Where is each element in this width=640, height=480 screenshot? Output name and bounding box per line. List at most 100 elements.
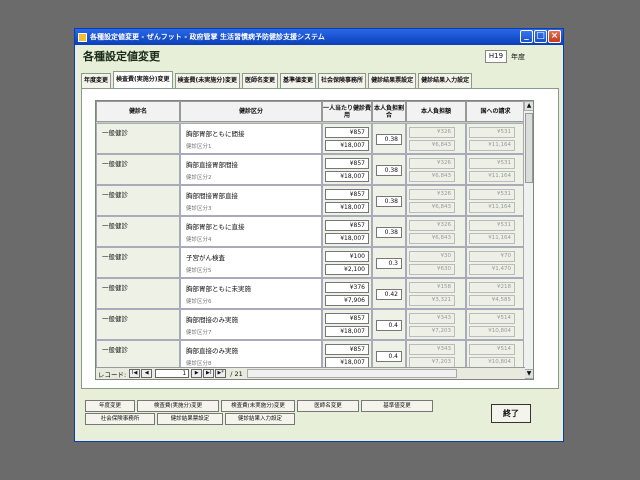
category-name[interactable]: 胸部間接胃部直接 — [186, 190, 238, 200]
tab-insurance-office[interactable]: 社会保険事務所 — [318, 73, 367, 88]
cost-per-person-field[interactable]: ¥100 — [325, 251, 369, 262]
table-row: 一般健診 胸部胃部ともに間接 健診区分1 ¥857 ¥18,007 0.38 ¥326 ¥6,… — [96, 123, 525, 154]
self-pay-total: ¥6,843 — [409, 140, 455, 151]
horizontal-scrollbar[interactable] — [246, 369, 457, 378]
cost-total-field[interactable]: ¥18,007 — [325, 202, 369, 213]
kind-name[interactable]: 一般健診 — [102, 189, 128, 199]
minimize-button[interactable]: _ — [520, 30, 533, 43]
rate-field[interactable]: 0.38 — [376, 165, 402, 176]
claim-per-person: ¥218 — [469, 282, 515, 293]
vertical-scrollbar[interactable]: ▲ ▼ — [523, 101, 533, 379]
table-row: 一般健診 子宮がん検査 健診区分5 ¥100 ¥2,100 0.3 ¥30 ¥630 ¥70 ¥1… — [96, 247, 525, 278]
result-input-button[interactable]: 健診結果入力設定 — [225, 413, 295, 425]
cost-total-field[interactable]: ¥7,906 — [325, 295, 369, 306]
app-icon — [78, 32, 87, 42]
record-navigator: レコード: I◀ ◀ 1 ▶ ▶I ▶* / 21 — [96, 367, 525, 379]
year-field[interactable]: H19 — [485, 50, 507, 63]
cost-per-person-field[interactable]: ¥857 — [325, 158, 369, 169]
cost-per-person-field[interactable]: ¥857 — [325, 127, 369, 138]
exam-not-done-button[interactable]: 検査費(未実施分)変更 — [221, 400, 295, 412]
tab-doctor[interactable]: 医師名変更 — [242, 73, 279, 88]
form-header: 各種設定値変更 H19 年度 — [75, 45, 563, 67]
cost-per-person-field[interactable]: ¥857 — [325, 313, 369, 324]
cost-total-field[interactable]: ¥18,007 — [325, 140, 369, 151]
kind-name[interactable]: 一般健診 — [102, 251, 128, 261]
year-change-button[interactable]: 年度変更 — [85, 400, 135, 412]
cost-per-person-field[interactable]: ¥857 — [325, 344, 369, 355]
claim-per-person: ¥531 — [469, 127, 515, 138]
claim-total: ¥4,585 — [469, 295, 515, 306]
rate-field[interactable]: 0.4 — [376, 320, 402, 331]
kind-name[interactable]: 一般健診 — [102, 158, 128, 168]
close-button[interactable]: × — [548, 30, 561, 43]
claim-total: ¥1,470 — [469, 264, 515, 275]
kind-name[interactable]: 一般健診 — [102, 313, 128, 323]
tab-year[interactable]: 年度変更 — [81, 73, 112, 88]
self-pay-per-person: ¥343 — [409, 344, 455, 355]
table-row: 一般健診 胸部胃部ともに直接 健診区分4 ¥857 ¥18,007 0.38 ¥326 ¥6,… — [96, 216, 525, 247]
rate-field[interactable]: 0.38 — [376, 134, 402, 145]
self-pay-total: ¥630 — [409, 264, 455, 275]
prev-record-button[interactable]: ◀ — [141, 369, 153, 378]
category-code: 健診区分1 — [186, 144, 212, 150]
result-sheet-button[interactable]: 健診結果票設定 — [157, 413, 223, 425]
category-name[interactable]: 子宮がん検査 — [186, 252, 225, 262]
self-pay-total: ¥3,321 — [409, 295, 455, 306]
new-record-button[interactable]: ▶* — [215, 369, 227, 378]
rate-field[interactable]: 0.4 — [376, 351, 402, 362]
tab-exam-cost-not-done[interactable]: 検査費(未実施分)変更 — [174, 73, 241, 88]
subform-grid: 健診名 健診区分 一人当たり健診費用 本人負担割合 本人負担額 国への請求 一般… — [95, 100, 534, 380]
category-name[interactable]: 胸部直接のみ実施 — [186, 345, 238, 355]
cost-total-field[interactable]: ¥2,100 — [325, 264, 369, 275]
cost-total-field[interactable]: ¥18,007 — [325, 326, 369, 337]
category-name[interactable]: 胸部胃部ともに間接 — [186, 128, 245, 138]
tab-result-input[interactable]: 健診結果入力設定 — [418, 73, 473, 88]
category-code: 健診区分7 — [186, 330, 212, 336]
column-header-self-pay: 本人負担額 — [406, 101, 466, 122]
column-header-claim: 国への請求 — [466, 101, 525, 122]
scroll-down-arrow-icon[interactable]: ▼ — [524, 369, 533, 379]
standard-change-button[interactable]: 基準値変更 — [361, 400, 433, 412]
kind-name[interactable]: 一般健診 — [102, 282, 128, 292]
category-code: 健診区分5 — [186, 268, 212, 274]
category-code: 健診区分6 — [186, 299, 212, 305]
cost-per-person-field[interactable]: ¥857 — [325, 220, 369, 231]
category-name[interactable]: 胸部直接胃部間接 — [186, 159, 238, 169]
doctor-change-button[interactable]: 医師名変更 — [297, 400, 359, 412]
first-record-button[interactable]: I◀ — [129, 369, 141, 378]
insurance-office-button[interactable]: 社会保険事務所 — [85, 413, 155, 425]
scroll-thumb[interactable] — [525, 113, 533, 183]
tab-standard[interactable]: 基準値変更 — [280, 73, 317, 88]
next-record-button[interactable]: ▶ — [191, 369, 203, 378]
claim-per-person: ¥514 — [469, 313, 515, 324]
self-pay-per-person: ¥343 — [409, 313, 455, 324]
category-name[interactable]: 胸部間接のみ実施 — [186, 314, 238, 324]
cost-per-person-field[interactable]: ¥857 — [325, 189, 369, 200]
tab-exam-cost-done[interactable]: 検査費(実施分)変更 — [113, 71, 173, 88]
category-name[interactable]: 胸部胃部ともに直接 — [186, 221, 245, 231]
rate-field[interactable]: 0.38 — [376, 227, 402, 238]
claim-total: ¥10,804 — [469, 326, 515, 337]
kind-name[interactable]: 一般健診 — [102, 220, 128, 230]
rate-field[interactable]: 0.42 — [376, 289, 402, 300]
maximize-button[interactable]: □ — [534, 30, 547, 43]
category-code: 健診区分4 — [186, 237, 212, 243]
current-record-input[interactable]: 1 — [155, 369, 190, 378]
exam-done-button[interactable]: 検査費(実施分)変更 — [137, 400, 219, 412]
category-name[interactable]: 胸部胃部ともに未実施 — [186, 283, 251, 293]
cost-per-person-field[interactable]: ¥376 — [325, 282, 369, 293]
kind-name[interactable]: 一般健診 — [102, 344, 128, 354]
kind-name[interactable]: 一般健診 — [102, 127, 128, 137]
rate-field[interactable]: 0.38 — [376, 196, 402, 207]
cost-total-field[interactable]: ¥18,007 — [325, 233, 369, 244]
tab-result-sheet[interactable]: 健診結果票設定 — [368, 73, 417, 88]
title-bar[interactable]: 各種設定値変更 - ぜんフット - 政府管掌 生活習慣病予防健診支援システム _… — [75, 29, 563, 45]
self-pay-total: ¥7,203 — [409, 326, 455, 337]
exit-button[interactable]: 終了 — [491, 404, 531, 423]
scroll-up-arrow-icon[interactable]: ▲ — [524, 101, 533, 111]
rate-field[interactable]: 0.3 — [376, 258, 402, 269]
self-pay-per-person: ¥326 — [409, 189, 455, 200]
self-pay-total: ¥6,843 — [409, 202, 455, 213]
last-record-button[interactable]: ▶I — [203, 369, 215, 378]
cost-total-field[interactable]: ¥18,007 — [325, 171, 369, 182]
